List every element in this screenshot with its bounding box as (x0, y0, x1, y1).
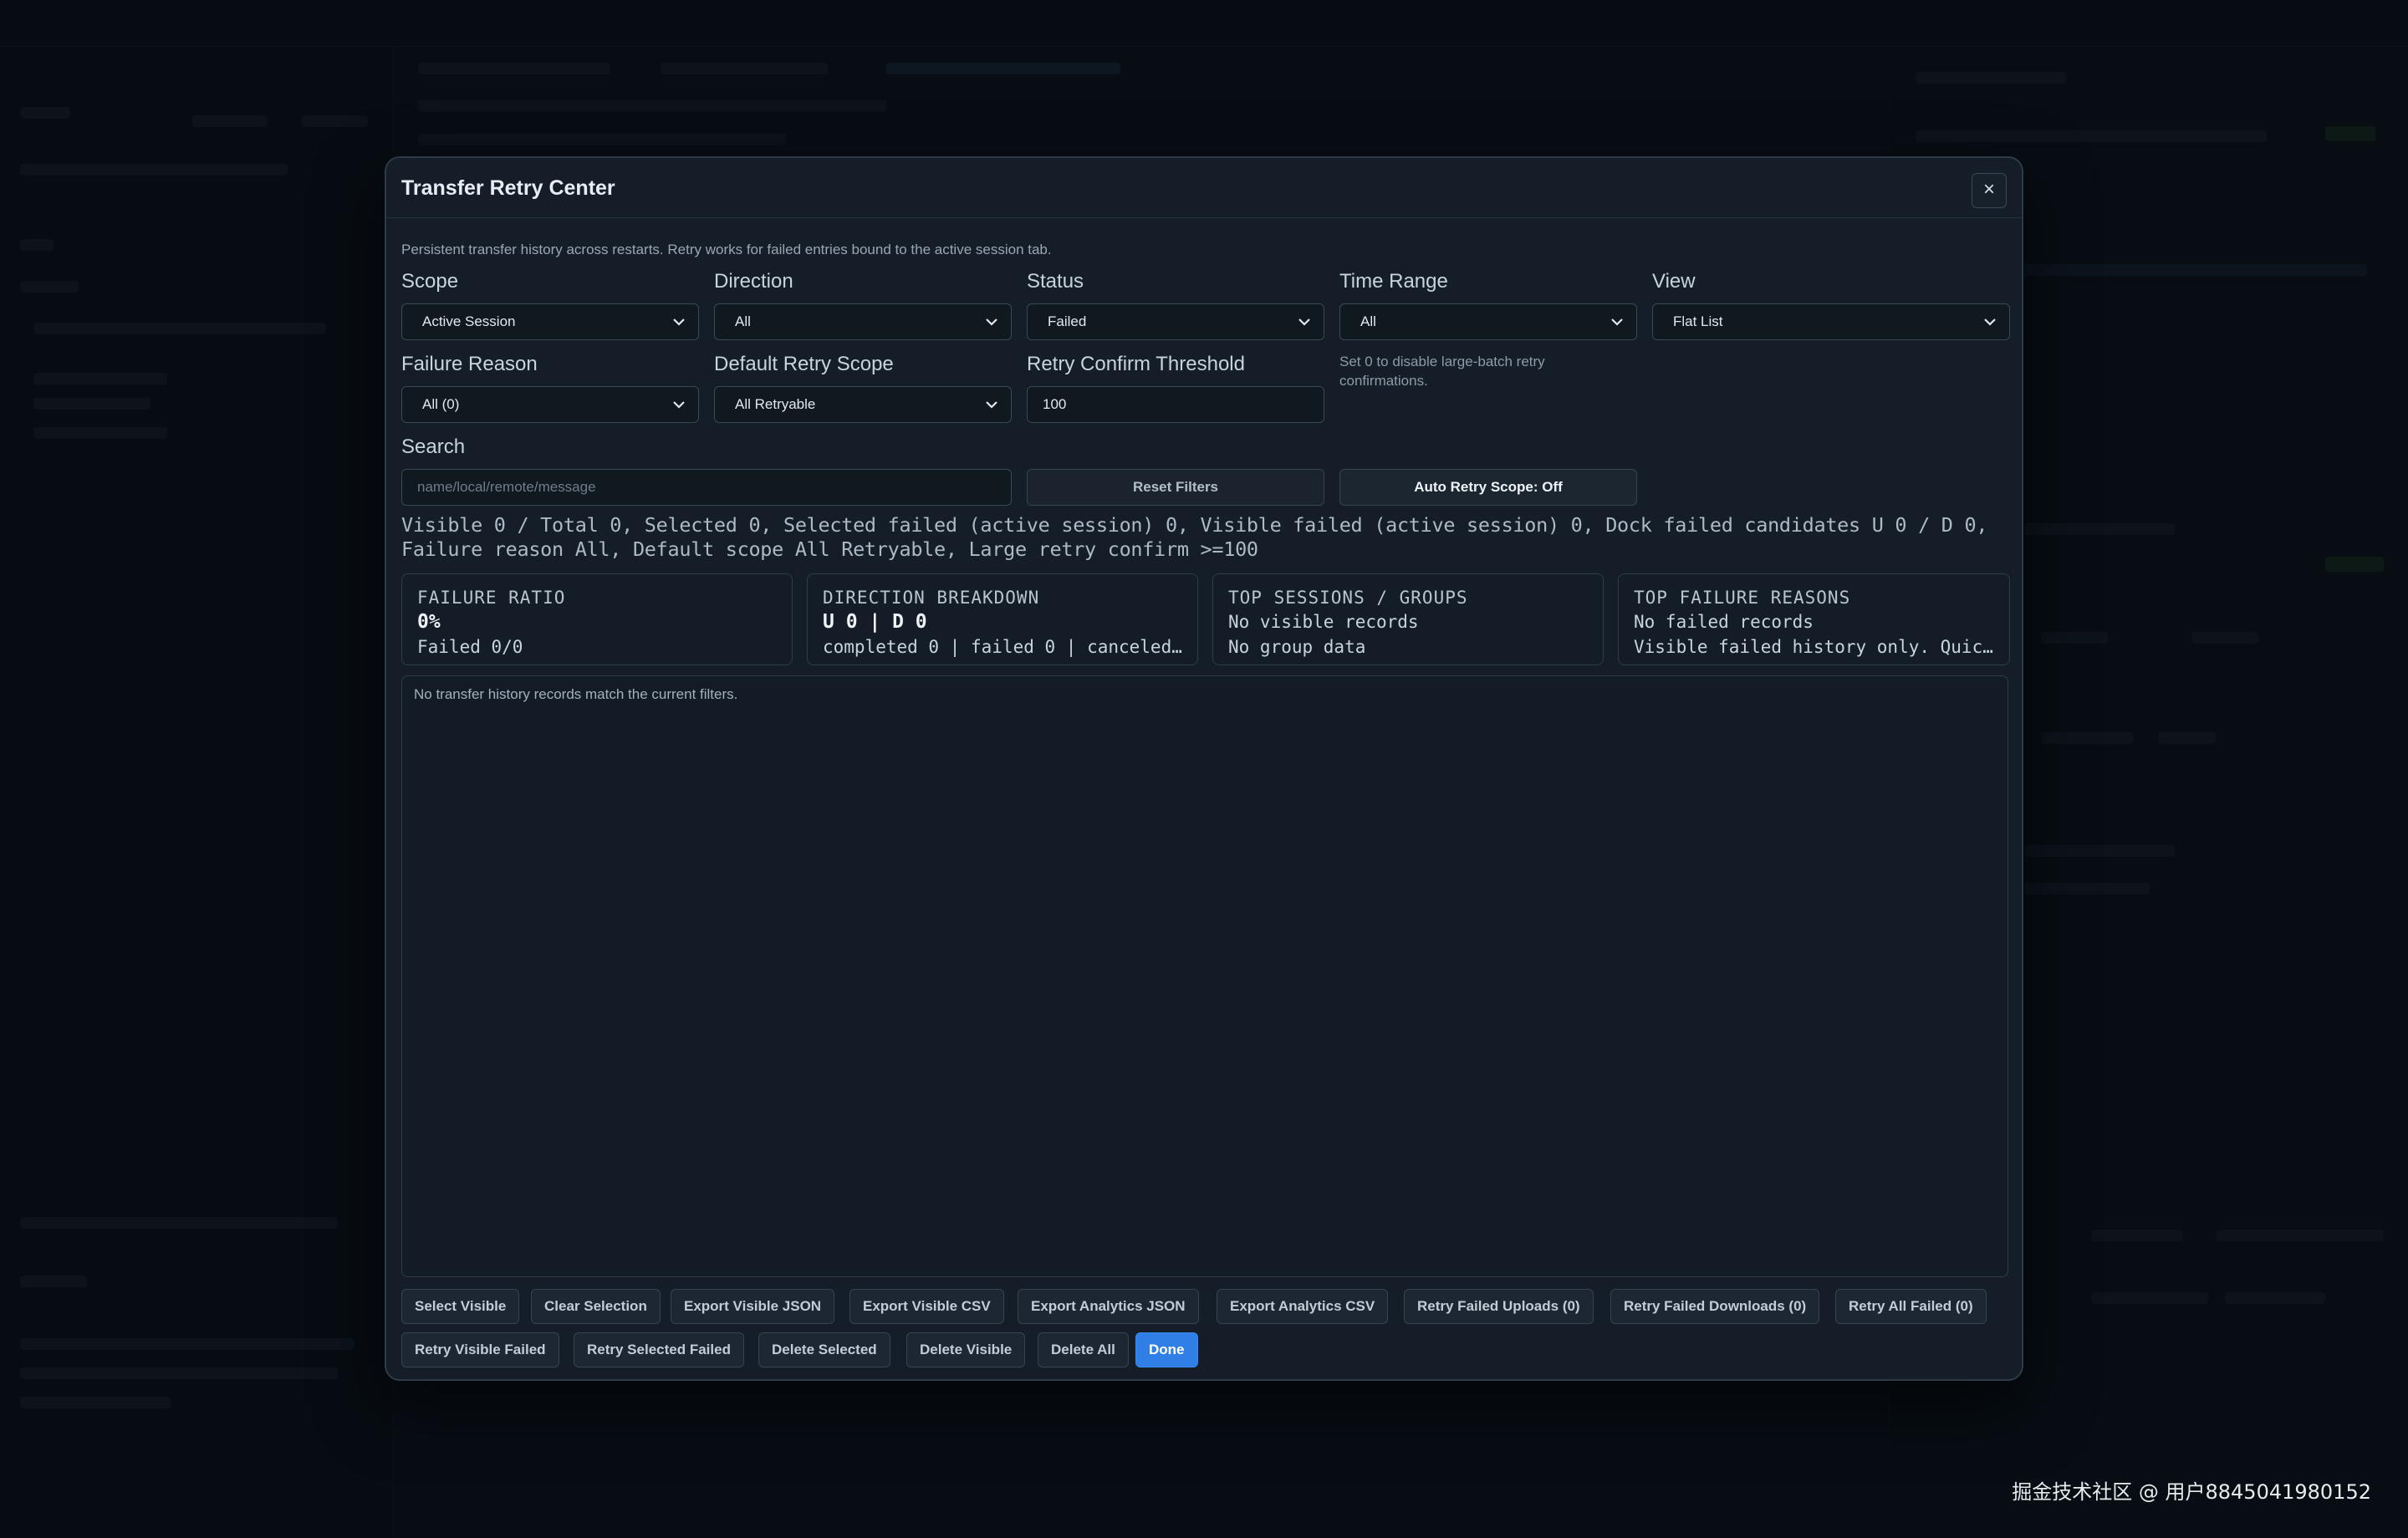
search-label: Search (401, 435, 466, 458)
failure-reason-label: Failure Reason (401, 353, 538, 375)
scope-value: Active Session (422, 313, 516, 329)
status-label: Status (1027, 270, 1084, 293)
clear-selection-button[interactable]: Clear Selection (531, 1289, 661, 1324)
direction-breakdown-card: DIRECTION BREAKDOWN U 0 | D 0 completed … (807, 573, 1198, 665)
export-visible-csv-button[interactable]: Export Visible CSV (849, 1289, 1004, 1324)
status-select[interactable]: Failed (1027, 303, 1324, 340)
time-range-label: Time Range (1339, 270, 1448, 293)
chevron-down-icon (673, 401, 685, 409)
default-retry-scope-select[interactable]: All Retryable (714, 386, 1012, 423)
top-failure-reasons-title: TOP FAILURE REASONS (1634, 588, 1851, 608)
chevron-down-icon (986, 318, 997, 326)
retry-confirm-threshold-label: Retry Confirm Threshold (1027, 353, 1245, 375)
retry-failed-uploads-button[interactable]: Retry Failed Uploads (0) (1404, 1289, 1594, 1324)
close-icon: × (1982, 178, 1995, 201)
chevron-down-icon (1611, 318, 1623, 326)
records-empty-message: No transfer history records match the cu… (414, 686, 738, 702)
default-retry-scope-value: All Retryable (735, 396, 816, 412)
transfer-retry-dialog: Transfer Retry Center × Persistent trans… (385, 156, 2023, 1381)
view-value: Flat List (1673, 313, 1723, 329)
scope-label: Scope (401, 270, 459, 293)
export-analytics-json-button[interactable]: Export Analytics JSON (1018, 1289, 1199, 1324)
view-select[interactable]: Flat List (1652, 303, 2010, 340)
retry-visible-failed-button[interactable]: Retry Visible Failed (401, 1332, 559, 1367)
view-label: View (1652, 270, 1696, 293)
search-input[interactable]: name/local/remote/message (401, 469, 1012, 506)
direction-breakdown-detail: completed 0 | failed 0 | canceled 0 (823, 637, 1182, 657)
chevron-down-icon (1298, 318, 1310, 326)
top-failure-reasons-line: No failed records (1634, 612, 1814, 632)
failure-reason-value: All (0) (422, 396, 460, 412)
failure-ratio-card: FAILURE RATIO 0% Failed 0/0 (401, 573, 793, 665)
auto-retry-scope-toggle[interactable]: Auto Retry Scope: Off (1339, 469, 1637, 506)
dialog-title: Transfer Retry Center (401, 176, 615, 200)
top-failure-reasons-card: TOP FAILURE REASONS No failed records Vi… (1618, 573, 2010, 665)
transfer-records-list[interactable]: No transfer history records match the cu… (401, 675, 2008, 1277)
time-range-select[interactable]: All (1339, 303, 1637, 340)
failure-ratio-value: 0% (417, 611, 441, 633)
default-retry-scope-label: Default Retry Scope (714, 353, 894, 375)
top-failure-reasons-note: Visible failed history only. Quick… (1634, 637, 1994, 657)
status-value: Failed (1048, 313, 1087, 329)
direction-breakdown-title: DIRECTION BREAKDOWN (823, 588, 1040, 608)
failure-ratio-detail: Failed 0/0 (417, 637, 523, 657)
direction-select[interactable]: All (714, 303, 1012, 340)
retry-selected-failed-button[interactable]: Retry Selected Failed (574, 1332, 744, 1367)
top-groups-line: No group data (1228, 637, 1366, 657)
top-sessions-card: TOP SESSIONS / GROUPS No visible records… (1212, 573, 1604, 665)
top-sessions-line: No visible records (1228, 612, 1419, 632)
direction-label: Direction (714, 270, 793, 293)
threshold-hint: Set 0 to disable large-batch retry confi… (1339, 354, 1545, 389)
failure-ratio-title: FAILURE RATIO (417, 588, 566, 608)
retry-confirm-threshold-input[interactable]: 100 (1027, 386, 1324, 423)
delete-visible-button[interactable]: Delete Visible (906, 1332, 1026, 1367)
retry-failed-downloads-button[interactable]: Retry Failed Downloads (0) (1610, 1289, 1820, 1324)
time-range-value: All (1360, 313, 1376, 329)
top-sessions-title: TOP SESSIONS / GROUPS (1228, 588, 1468, 608)
scope-select[interactable]: Active Session (401, 303, 699, 340)
export-visible-json-button[interactable]: Export Visible JSON (671, 1289, 835, 1324)
summary-text: Visible 0 / Total 0, Selected 0, Selecte… (401, 513, 1988, 561)
reset-filters-button[interactable]: Reset Filters (1027, 469, 1324, 506)
delete-all-button[interactable]: Delete All (1038, 1332, 1129, 1367)
direction-breakdown-value: U 0 | D 0 (823, 611, 927, 633)
chevron-down-icon (986, 401, 997, 409)
failure-reason-select[interactable]: All (0) (401, 386, 699, 423)
delete-selected-button[interactable]: Delete Selected (758, 1332, 890, 1367)
select-visible-button[interactable]: Select Visible (401, 1289, 520, 1324)
done-button[interactable]: Done (1135, 1332, 1198, 1367)
chevron-down-icon (673, 318, 685, 326)
retry-all-failed-button[interactable]: Retry All Failed (0) (1835, 1289, 1987, 1324)
close-button[interactable]: × (1972, 173, 2007, 208)
watermark-text: 掘金技术社区 @ 用户8845041980152 (2012, 1480, 2371, 1504)
export-analytics-csv-button[interactable]: Export Analytics CSV (1217, 1289, 1389, 1324)
direction-value: All (735, 313, 751, 329)
dialog-header: Transfer Retry Center × (386, 158, 2022, 218)
dialog-description: Persistent transfer history across resta… (401, 242, 1052, 257)
chevron-down-icon (1984, 318, 1996, 326)
